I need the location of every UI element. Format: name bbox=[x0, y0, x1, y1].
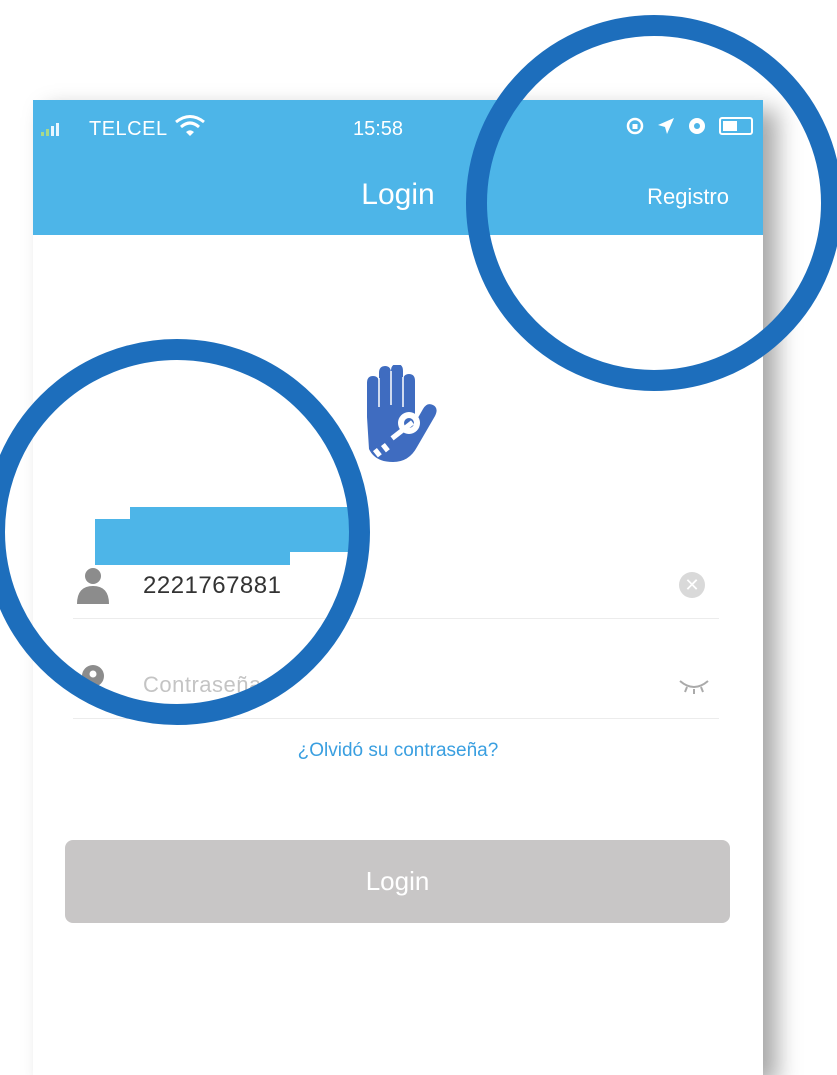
status-icons bbox=[625, 116, 753, 136]
wifi-icon bbox=[175, 115, 205, 136]
signal-icon bbox=[41, 122, 59, 136]
eye-closed-icon[interactable] bbox=[677, 676, 711, 694]
username-value: 2221767881 bbox=[143, 572, 282, 599]
user-icon bbox=[77, 568, 109, 604]
status-bar: TELCEL 15:58 bbox=[33, 100, 763, 160]
location-icon bbox=[658, 118, 674, 134]
password-input[interactable]: Contraseña bbox=[143, 672, 262, 698]
hand-key-logo-icon bbox=[367, 365, 437, 462]
forgot-password-link[interactable]: ¿Olvidó su contraseña? bbox=[33, 740, 763, 762]
alarm-icon bbox=[689, 118, 705, 134]
orientation-lock-icon bbox=[626, 117, 644, 135]
phone-screen: TELCEL 15:58 Login Registro 2221767881 ✕… bbox=[33, 100, 763, 1075]
battery-icon bbox=[719, 117, 753, 135]
carrier-label: TELCEL bbox=[89, 118, 168, 140]
key-icon bbox=[82, 665, 104, 704]
redaction-bar bbox=[95, 519, 290, 565]
clear-input-icon[interactable]: ✕ bbox=[679, 572, 705, 598]
app-header: TELCEL 15:58 Login Registro bbox=[33, 100, 763, 235]
password-field[interactable]: Contraseña bbox=[73, 652, 719, 719]
clock: 15:58 bbox=[353, 118, 404, 140]
register-button[interactable]: Registro bbox=[647, 184, 729, 210]
login-button[interactable]: Login bbox=[65, 840, 730, 923]
